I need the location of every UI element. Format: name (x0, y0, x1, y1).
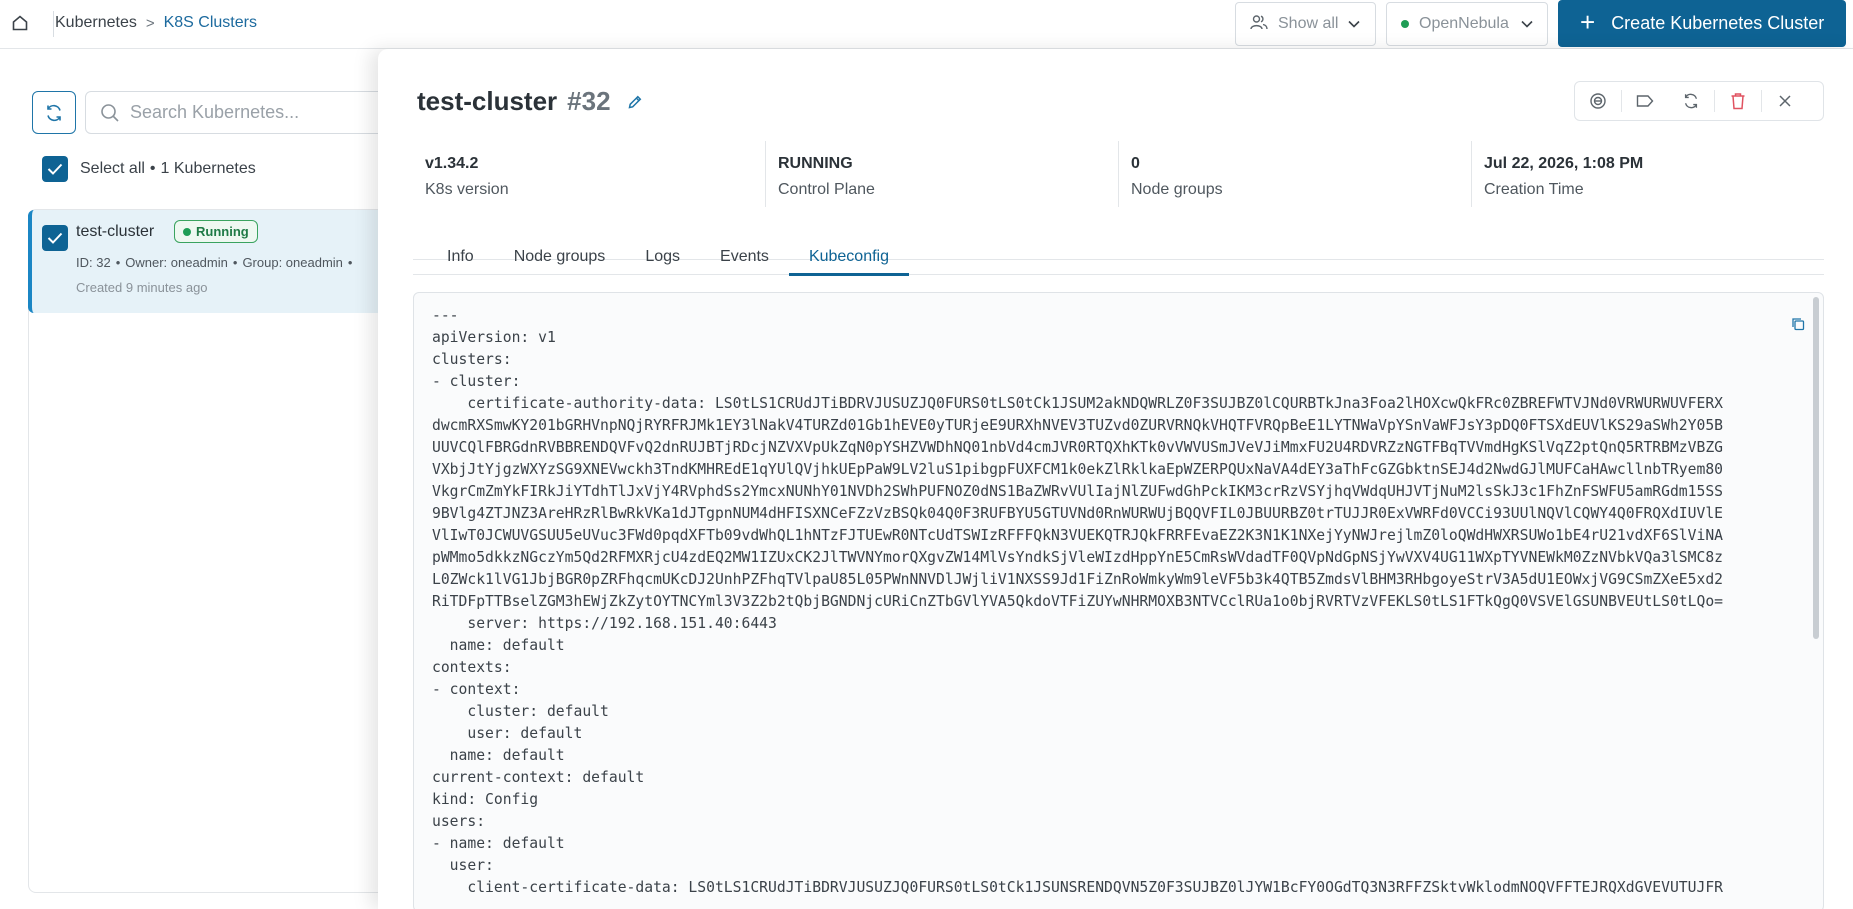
divider (53, 11, 54, 37)
bullet-separator: • (149, 160, 156, 177)
cluster-owner: Owner: oneadmin (125, 255, 228, 270)
detail-name: test-cluster (417, 86, 558, 116)
cluster-group: Group: oneadmin (242, 255, 343, 270)
label-button[interactable] (1622, 82, 1668, 120)
kubeconfig-code: --- apiVersion: v1 clusters: - cluster: … (432, 307, 1724, 896)
page-title: test-cluster #32 (417, 86, 643, 117)
tab-logs[interactable]: Logs (625, 239, 700, 275)
stat-creation-time: Jul 22, 2026, 1:08 PM Creation Time (1471, 141, 1824, 207)
stat-label: K8s version (425, 181, 509, 198)
pencil-icon (628, 95, 641, 108)
close-button[interactable] (1762, 82, 1808, 120)
home-icon[interactable] (8, 11, 32, 35)
top-bar: Kubernetes > K8S Clusters Show all OpenN… (0, 0, 1853, 49)
kubeconfig-viewer[interactable]: --- apiVersion: v1 clusters: - cluster: … (413, 292, 1824, 909)
tab-info[interactable]: Info (413, 239, 494, 275)
chevron-down-icon (1348, 15, 1361, 33)
stat-k8s-version: v1.34.2 K8s version (413, 141, 765, 207)
cluster-created: Created 9 minutes ago (76, 280, 208, 295)
filter-select[interactable]: Show all (1235, 2, 1376, 46)
detail-tabs: Info Node groups Logs Events Kubeconfig (413, 239, 1824, 276)
target-icon (1590, 93, 1606, 109)
cluster-meta: ID: 32 • Owner: oneadmin • Group: oneadmin • (76, 255, 353, 270)
vnc-console-button[interactable] (1575, 82, 1621, 120)
action-toolbar (1574, 81, 1824, 121)
breadcrumb-separator: > (145, 14, 155, 32)
status-dot (183, 227, 191, 236)
cluster-id: ID: 32 (76, 255, 111, 270)
search-box[interactable] (85, 91, 405, 134)
stat-value: v1.34.2 (425, 155, 479, 172)
stat-control-plane: RUNNING Control Plane (765, 141, 1118, 207)
cluster-row-checkbox[interactable] (42, 225, 68, 251)
create-kubernetes-cluster-button[interactable]: + Create Kubernetes Cluster (1558, 0, 1846, 47)
status-badge: Running (174, 220, 258, 243)
breadcrumb-k8s-clusters[interactable]: K8S Clusters (164, 14, 257, 32)
stat-value: RUNNING (778, 155, 853, 172)
breadcrumb: Kubernetes > K8S Clusters (55, 14, 257, 32)
chevron-down-icon (1521, 15, 1533, 33)
zone-status-dot (1401, 20, 1409, 28)
cluster-list-panel: Select all • 1 Kubernetes test-cluster R… (28, 49, 405, 899)
copy-button[interactable] (1787, 313, 1809, 335)
stat-label: Creation Time (1484, 181, 1584, 198)
close-icon (1779, 95, 1791, 107)
copy-icon (1792, 318, 1805, 331)
search-icon (101, 103, 119, 122)
select-all-count: 1 Kubernetes (160, 160, 256, 177)
refresh-icon (1684, 93, 1698, 109)
tag-icon (1636, 95, 1654, 107)
filter-label: Show all (1278, 15, 1339, 32)
refresh-button[interactable] (32, 91, 76, 134)
select-all[interactable]: Select all • 1 Kubernetes (42, 156, 256, 182)
breadcrumb-kubernetes[interactable]: Kubernetes (55, 14, 137, 32)
stat-value: 0 (1131, 155, 1140, 172)
stat-label: Control Plane (778, 181, 875, 198)
select-all-label: Select all (80, 160, 145, 177)
cluster-name: test-cluster (76, 223, 155, 240)
edit-name-button[interactable] (627, 94, 643, 110)
scrollbar[interactable] (1809, 293, 1823, 909)
stat-node-groups: 0 Node groups (1118, 141, 1471, 207)
scrollbar-thumb[interactable] (1813, 297, 1819, 639)
trash-icon (1731, 93, 1745, 110)
zone-label: OpenNebula (1419, 15, 1509, 32)
plus-icon: + (1580, 7, 1596, 37)
stat-label: Node groups (1131, 181, 1223, 198)
refresh-icon (47, 104, 61, 121)
cluster-row[interactable]: test-cluster Running ID: 32 • Owner: onead… (28, 210, 388, 313)
detail-number: #32 (567, 86, 611, 116)
select-all-checkbox[interactable] (42, 156, 68, 182)
tab-events[interactable]: Events (700, 239, 789, 275)
stat-value: Jul 22, 2026, 1:08 PM (1484, 155, 1644, 172)
cluster-detail-panel: test-cluster #32 v1.34.2 K8s version RUN… (378, 49, 1853, 909)
delete-button[interactable] (1715, 82, 1761, 120)
tab-node-groups[interactable]: Node groups (494, 239, 626, 275)
users-icon (1250, 14, 1268, 35)
zone-select[interactable]: OpenNebula (1386, 2, 1548, 46)
search-input[interactable] (130, 102, 370, 123)
create-button-label: Create Kubernetes Cluster (1611, 13, 1825, 33)
refresh-cluster-button[interactable] (1668, 82, 1714, 120)
status-label: Running (196, 224, 249, 239)
tab-kubeconfig[interactable]: Kubeconfig (788, 239, 910, 276)
